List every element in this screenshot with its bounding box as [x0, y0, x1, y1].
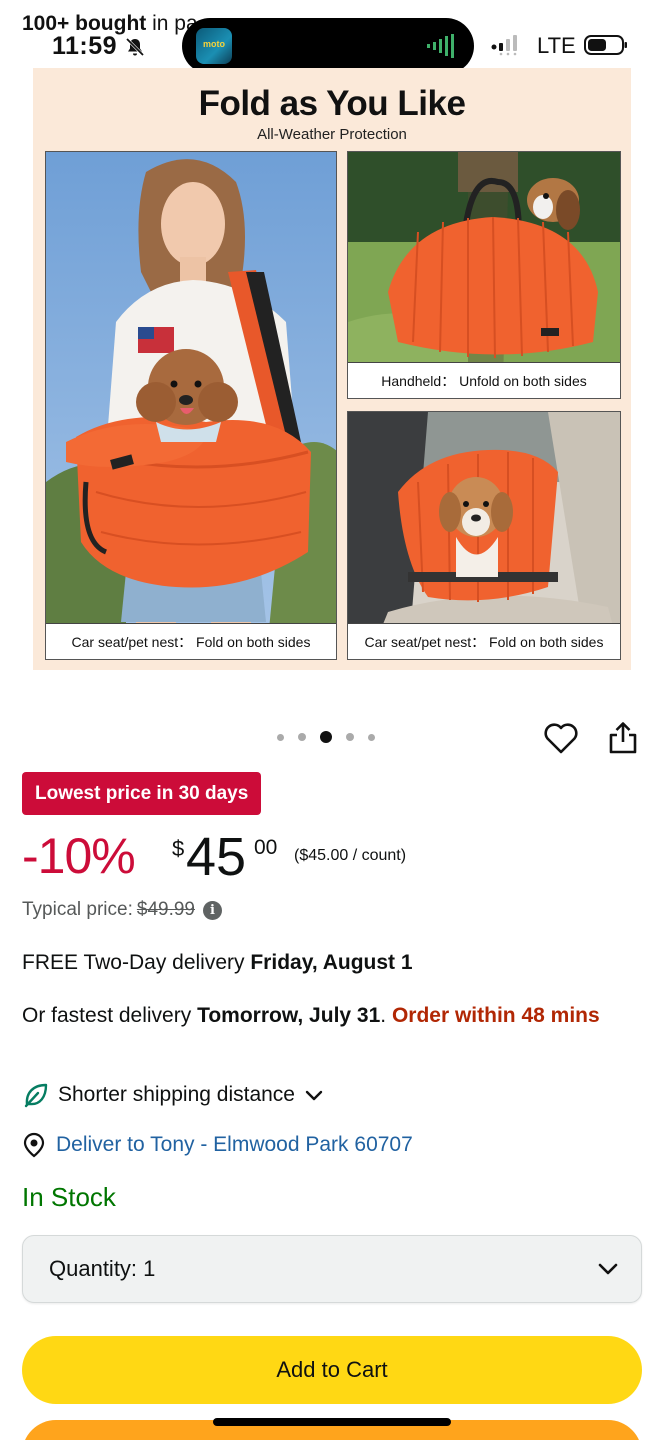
info-icon[interactable]: i	[203, 900, 222, 920]
free-delivery-line: FREE Two-Day delivery Friday, August 1	[22, 951, 413, 974]
quantity-value: 1	[143, 1256, 156, 1281]
carousel-dot[interactable]	[277, 733, 284, 741]
order-within-countdown: Order within 48 mins	[391, 1004, 600, 1027]
network-type: LTE	[537, 33, 576, 58]
dynamic-island[interactable]: moto	[182, 18, 474, 74]
silent-bell-icon	[125, 37, 145, 57]
photo-woman-carrying-dog: Car seat/pet nest： Fold on both sides	[45, 151, 337, 660]
image-carousel-dots[interactable]	[277, 731, 375, 743]
discount-percentage: -10%	[22, 828, 136, 884]
product-image[interactable]: Fold as You Like All-Weather Protection	[33, 68, 631, 670]
status-bar: 100+ bought in pa 11:59 moto LTE	[0, 0, 664, 74]
chevron-down-icon	[305, 1090, 323, 1101]
quantity-text: Quantity: 1	[49, 1256, 156, 1281]
stock-status: In Stock	[22, 1182, 116, 1212]
battery-icon	[584, 35, 627, 55]
heart-icon[interactable]	[543, 721, 579, 755]
caption-big: Car seat/pet nest： Fold on both sides	[46, 623, 336, 659]
status-time: 11:59	[52, 32, 118, 60]
deal-badge: Lowest price in 30 days	[22, 772, 262, 815]
cellular-signal-icon	[491, 35, 517, 56]
share-icon[interactable]	[607, 721, 639, 755]
price-fraction: 00	[254, 836, 278, 859]
quantity-dropdown[interactable]: Quantity: 1	[22, 1235, 642, 1303]
carousel-dot[interactable]	[298, 733, 306, 741]
shorter-shipping-label: Shorter shipping distance	[58, 1083, 295, 1106]
audio-wave-icon	[427, 34, 454, 58]
fastest-delivery-date: Tomorrow, July 31	[197, 1004, 381, 1027]
photo-car-seat-nest: Car seat/pet nest： Fold on both sides	[347, 411, 621, 660]
woman-with-carrier-illustration	[46, 152, 336, 659]
caption-top-right: Handheld： Unfold on both sides	[348, 362, 620, 398]
island-app-icon: moto	[196, 28, 232, 64]
image-subtitle: All-Weather Protection	[257, 126, 407, 143]
deliver-to-label: Deliver to Tony - Elmwood Park 60707	[56, 1133, 413, 1156]
free-delivery-date: Friday, August 1	[250, 951, 413, 974]
leaf-icon	[24, 1083, 48, 1108]
image-title: Fold as You Like	[198, 84, 466, 123]
typical-price: Typical price: $49.99 i	[22, 899, 222, 921]
location-pin-icon	[23, 1132, 45, 1158]
photo-handheld-carrier: Handheld： Unfold on both sides	[347, 151, 621, 399]
carousel-dot-active[interactable]	[320, 731, 332, 743]
typical-price-value: $49.99	[136, 899, 195, 920]
fastest-delivery-line: Or fastest delivery Tomorrow, July 31. O…	[22, 1004, 600, 1027]
shorter-shipping-toggle[interactable]: Shorter shipping distance	[22, 1079, 325, 1111]
carousel-dot[interactable]	[368, 733, 375, 741]
chevron-down-icon	[598, 1263, 618, 1275]
price-currency-symbol: $	[172, 836, 185, 861]
unit-price: ($45.00 / count)	[294, 847, 407, 864]
typical-price-label: Typical price:	[22, 899, 133, 920]
home-indicator[interactable]	[213, 1418, 451, 1426]
carousel-dot[interactable]	[346, 733, 354, 741]
caption-bottom-right: Car seat/pet nest： Fold on both sides	[348, 623, 620, 659]
deliver-to-location-link[interactable]: Deliver to Tony - Elmwood Park 60707	[22, 1129, 413, 1161]
price-whole: 45	[186, 827, 247, 887]
add-to-cart-button[interactable]: Add to Cart	[22, 1336, 642, 1404]
